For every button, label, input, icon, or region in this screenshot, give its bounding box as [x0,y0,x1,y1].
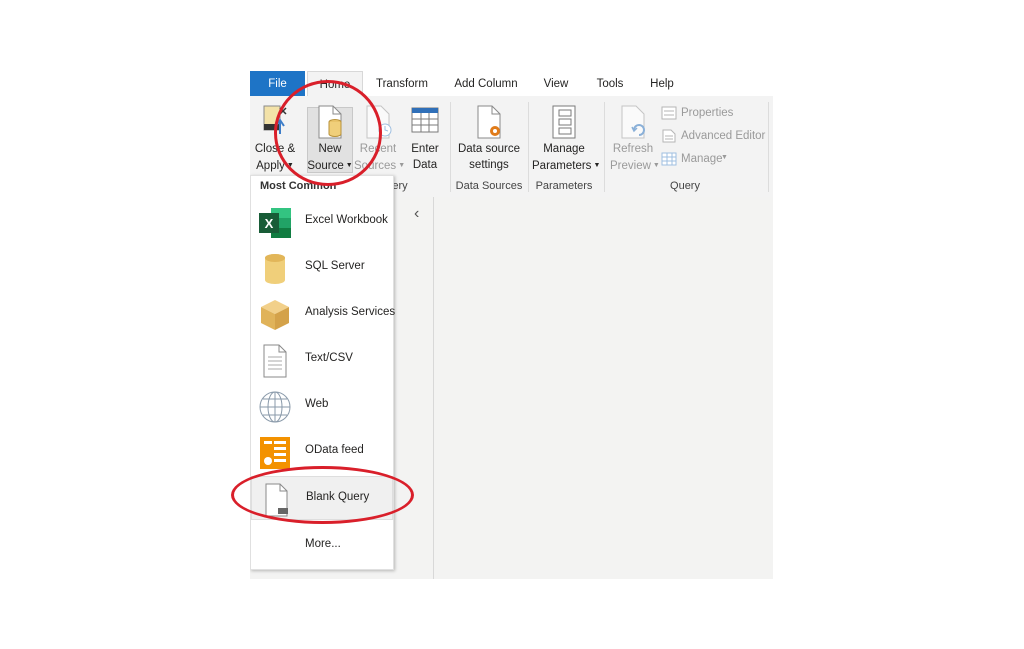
manage-button[interactable]: Manage ▼ [661,150,741,168]
advanced-editor-button[interactable]: Advanced Editor [661,127,771,145]
refresh-preview-label-2: Preview [610,159,651,172]
properties-button[interactable]: Properties [661,104,761,122]
menu-item-label: OData feed [305,444,364,456]
group-label-query: Query [670,180,700,192]
new-source-label-1: New [318,143,342,155]
chevron-down-icon: ▼ [398,161,406,169]
new-source-button[interactable]: New Source ▼ [307,104,353,174]
tab-home[interactable]: Home [307,71,363,97]
tab-transform[interactable]: Transform [370,71,434,96]
globe-icon [259,391,291,423]
menu-header: Most Common [260,180,337,192]
data-source-settings-label-1: Data source [457,143,520,155]
group-separator [450,102,451,192]
close-apply-icon [263,105,287,134]
tab-add-column[interactable]: Add Column [450,71,522,96]
menu-item-analysis-services[interactable]: Analysis Services [251,292,396,336]
close-apply-button[interactable]: Close & Apply ▼ [254,104,296,174]
new-source-dropdown: Most Common X Excel Workbook SQL Server [250,175,396,570]
database-icon [265,254,285,284]
table-icon [411,107,439,133]
refresh-preview-button[interactable]: Refresh Preview ▼ [610,104,660,174]
menu-item-text-csv[interactable]: Text/CSV [251,338,393,382]
menu-item-label: SQL Server [305,260,365,272]
menu-item-label: Blank Query [306,491,370,503]
menu-item-web[interactable]: Web [251,384,393,428]
chevron-down-icon: ▼ [286,161,294,169]
chevron-down-icon: ▼ [345,161,353,169]
menu-item-blank-query[interactable]: Blank Query [251,476,393,520]
data-source-settings-icon [477,105,501,139]
manage-label: Manage [681,153,723,165]
group-label-data-sources: Data Sources [455,180,523,192]
menu-item-label: Analysis Services [305,306,396,318]
recent-sources-button[interactable]: Recent Sources ▼ [354,104,406,174]
collapse-pane-icon[interactable]: ‹ [414,205,419,223]
power-query-editor: File Home Transform Add Column View Tool… [250,71,773,579]
recent-sources-label-2: Sources [354,159,397,172]
enter-data-label-2: Data [412,158,438,171]
ribbon-tabs: File Home Transform Add Column View Tool… [250,71,773,97]
chevron-down-icon: ▼ [652,161,660,169]
odata-icon [260,437,290,469]
menu-item-label: Web [305,398,329,410]
tab-help[interactable]: Help [647,71,677,96]
menu-item-sql-server[interactable]: SQL Server [251,246,393,290]
properties-icon [661,106,677,120]
chevron-down-icon: ▼ [721,154,728,161]
close-apply-label-1: Close & [254,143,296,155]
menu-item-more[interactable]: More... [251,524,393,568]
manage-table-icon [661,152,677,166]
tab-view[interactable]: View [540,71,572,96]
tab-file[interactable]: File [250,71,305,96]
group-separator [604,102,605,192]
menu-item-label: More... [305,538,341,550]
chevron-down-icon: ▼ [593,161,601,169]
group-label-parameters: Parameters [535,180,593,192]
manage-parameters-label-1: Manage [543,143,585,155]
data-source-settings-button[interactable]: Data source settings [456,104,522,173]
refresh-icon [621,105,645,139]
parameters-icon [552,105,576,139]
menu-item-odata-feed[interactable]: OData feed [251,430,393,474]
group-separator [768,102,769,192]
svg-text:X: X [265,216,274,231]
advanced-editor-label: Advanced Editor [681,130,766,142]
close-apply-label-2: Apply [256,159,285,172]
data-source-settings-label-2: settings [469,158,509,171]
advanced-editor-icon [662,129,676,143]
excel-icon: X [259,208,291,238]
text-file-icon [263,344,287,378]
tab-tools[interactable]: Tools [593,71,627,96]
enter-data-label-1: Enter [411,143,439,155]
manage-parameters-label-2: Parameters [532,159,592,172]
menu-item-label: Text/CSV [305,352,353,364]
new-source-label-2: Source [307,159,344,172]
manage-parameters-button[interactable]: Manage Parameters ▼ [532,104,600,174]
recent-sources-icon [366,105,392,139]
queries-pane-divider [433,197,434,579]
properties-label: Properties [681,107,734,119]
new-source-icon [318,105,342,139]
refresh-preview-label-1: Refresh [612,143,654,155]
recent-sources-label-1: Recent [359,143,397,155]
menu-item-label: Excel Workbook [305,214,388,226]
blank-query-icon [265,483,288,517]
cube-icon [261,300,289,330]
enter-data-button[interactable]: Enter Data [406,104,444,173]
menu-item-excel-workbook[interactable]: X Excel Workbook [251,200,393,244]
group-separator [528,102,529,192]
